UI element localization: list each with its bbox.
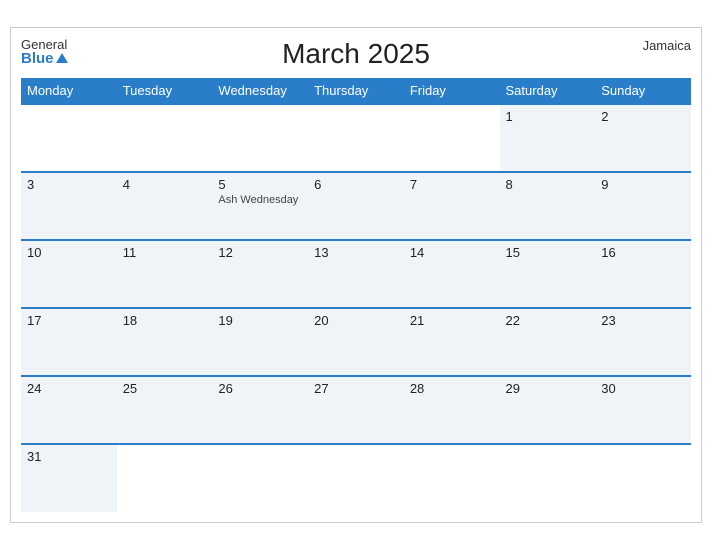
calendar-cell: 19 — [212, 308, 308, 376]
day-number: 27 — [314, 381, 398, 396]
header-tuesday: Tuesday — [117, 78, 213, 104]
day-number: 4 — [123, 177, 207, 192]
day-number: 10 — [27, 245, 111, 260]
calendar-cell: 17 — [21, 308, 117, 376]
calendar-cell — [308, 104, 404, 172]
day-number: 9 — [601, 177, 685, 192]
day-number: 7 — [410, 177, 494, 192]
calendar-week-row: 31 — [21, 444, 691, 512]
calendar-cell — [117, 444, 213, 512]
calendar-cell: 6 — [308, 172, 404, 240]
calendar-cell: 12 — [212, 240, 308, 308]
calendar-container: General Blue March 2025 Jamaica Monday T… — [10, 27, 702, 523]
day-number: 2 — [601, 109, 685, 124]
brand-blue-text: Blue — [21, 51, 68, 66]
day-number: 12 — [218, 245, 302, 260]
day-number: 8 — [506, 177, 590, 192]
calendar-cell: 25 — [117, 376, 213, 444]
header-saturday: Saturday — [500, 78, 596, 104]
day-number: 16 — [601, 245, 685, 260]
day-number: 24 — [27, 381, 111, 396]
calendar-cell: 22 — [500, 308, 596, 376]
calendar-cell: 5 Ash Wednesday — [212, 172, 308, 240]
calendar-cell: 28 — [404, 376, 500, 444]
day-number: 19 — [218, 313, 302, 328]
day-number: 6 — [314, 177, 398, 192]
calendar-cell: 26 — [212, 376, 308, 444]
calendar-week-row: 12 — [21, 104, 691, 172]
day-number: 20 — [314, 313, 398, 328]
calendar-cell — [308, 444, 404, 512]
calendar-cell — [212, 104, 308, 172]
calendar-cell: 29 — [500, 376, 596, 444]
calendar-cell — [212, 444, 308, 512]
day-number: 31 — [27, 449, 111, 464]
calendar-week-row: 345 Ash Wednesday 6789 — [21, 172, 691, 240]
calendar-cell: 7 — [404, 172, 500, 240]
calendar-title: March 2025 — [282, 38, 430, 70]
day-number: 15 — [506, 245, 590, 260]
day-number: 21 — [410, 313, 494, 328]
calendar-cell: 30 — [595, 376, 691, 444]
brand-logo: General Blue — [21, 38, 68, 66]
header-monday: Monday — [21, 78, 117, 104]
day-number: 3 — [27, 177, 111, 192]
day-number: 22 — [506, 313, 590, 328]
calendar-week-row: 10 11 12 13 14 15 16 — [21, 240, 691, 308]
calendar-cell: 21 — [404, 308, 500, 376]
calendar-cell: 20 — [308, 308, 404, 376]
day-number: 26 — [218, 381, 302, 396]
calendar-cell: 9 — [595, 172, 691, 240]
weekday-header-row: Monday Tuesday Wednesday Thursday Friday… — [21, 78, 691, 104]
calendar-week-row: 17 18 19 20 21 22 23 — [21, 308, 691, 376]
calendar-cell: 10 — [21, 240, 117, 308]
day-number: 30 — [601, 381, 685, 396]
header-friday: Friday — [404, 78, 500, 104]
calendar-cell: 18 — [117, 308, 213, 376]
calendar-cell — [117, 104, 213, 172]
calendar-cell: 2 — [595, 104, 691, 172]
day-number: 23 — [601, 313, 685, 328]
day-number: 13 — [314, 245, 398, 260]
calendar-week-row: 24 25 26 27 28 29 30 — [21, 376, 691, 444]
day-number: 14 — [410, 245, 494, 260]
calendar-cell: 11 — [117, 240, 213, 308]
header-thursday: Thursday — [308, 78, 404, 104]
calendar-cell: 15 — [500, 240, 596, 308]
calendar-cell — [21, 104, 117, 172]
day-number: 5 — [218, 177, 302, 192]
header-sunday: Sunday — [595, 78, 691, 104]
calendar-cell: 31 — [21, 444, 117, 512]
calendar-cell: 1 — [500, 104, 596, 172]
calendar-cell — [595, 444, 691, 512]
calendar-cell: 24 — [21, 376, 117, 444]
day-number: 25 — [123, 381, 207, 396]
day-number: 1 — [506, 109, 590, 124]
region-label: Jamaica — [643, 38, 691, 53]
day-number: 29 — [506, 381, 590, 396]
calendar-header: General Blue March 2025 Jamaica — [21, 38, 691, 70]
calendar-cell: 14 — [404, 240, 500, 308]
calendar-cell — [500, 444, 596, 512]
day-event: Ash Wednesday — [218, 194, 302, 206]
calendar-cell: 8 — [500, 172, 596, 240]
calendar-cell: 4 — [117, 172, 213, 240]
day-number: 18 — [123, 313, 207, 328]
day-number: 11 — [123, 245, 207, 260]
day-number: 17 — [27, 313, 111, 328]
calendar-cell: 23 — [595, 308, 691, 376]
day-number: 28 — [410, 381, 494, 396]
calendar-cell: 16 — [595, 240, 691, 308]
calendar-cell: 27 — [308, 376, 404, 444]
brand-triangle-icon — [56, 53, 68, 63]
calendar-cell: 13 — [308, 240, 404, 308]
calendar-cell — [404, 104, 500, 172]
calendar-cell: 3 — [21, 172, 117, 240]
header-wednesday: Wednesday — [212, 78, 308, 104]
calendar-cell — [404, 444, 500, 512]
calendar-grid: Monday Tuesday Wednesday Thursday Friday… — [21, 78, 691, 512]
